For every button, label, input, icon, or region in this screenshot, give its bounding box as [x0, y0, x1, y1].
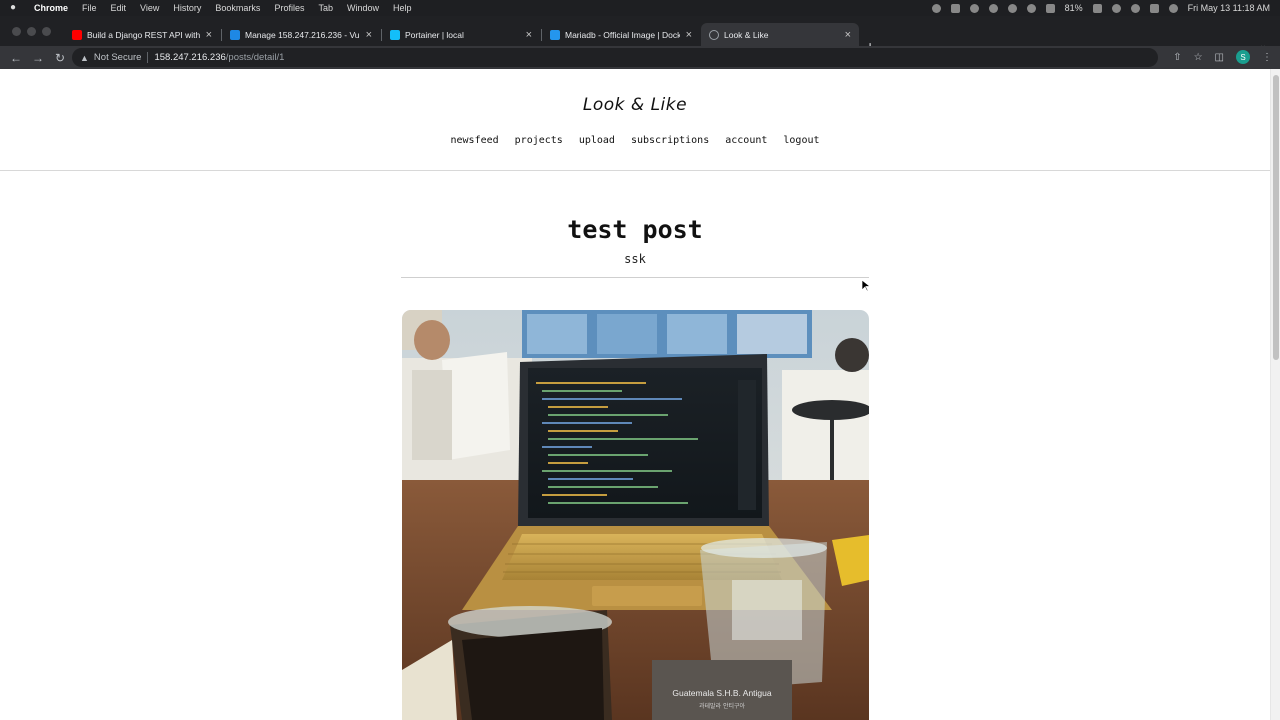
audio-icon[interactable]	[1026, 3, 1036, 13]
forward-arrow-icon[interactable]: →	[32, 51, 44, 65]
browser-toolbar: ← → ↻ ▲ Not Secure 158.247.216.236/posts…	[0, 46, 1280, 69]
cafe-laptop-photo: Guatemala S.H.B. Antigua 과테말라 안티구아	[402, 310, 869, 720]
battery-percent: 81%	[1064, 3, 1083, 13]
translate-icon[interactable]	[1045, 3, 1055, 13]
nav-projects[interactable]: projects	[515, 135, 563, 146]
record-icon[interactable]	[931, 3, 941, 13]
header-divider	[0, 170, 1270, 171]
web-page: Look & Like newsfeed projects upload sub…	[0, 69, 1270, 720]
menu-tab[interactable]: Tab	[318, 3, 333, 13]
tab-title: Look & Like	[724, 29, 769, 40]
tab-django-rest[interactable]: Build a Django REST API with t ×	[64, 23, 220, 46]
tab-look-and-like[interactable]: Look & Like ×	[701, 23, 859, 46]
close-tab-icon[interactable]: ×	[845, 29, 851, 41]
window-controls	[12, 27, 51, 36]
menu-profiles[interactable]: Profiles	[274, 3, 304, 13]
menu-file[interactable]: File	[82, 3, 97, 13]
nav-subscriptions[interactable]: subscriptions	[631, 135, 709, 146]
menu-clock[interactable]: Fri May 13 11:18 AM	[1188, 3, 1270, 13]
bluetooth-icon[interactable]	[988, 3, 998, 13]
profile-avatar[interactable]: S	[1236, 50, 1250, 64]
address-bar[interactable]: ▲ Not Secure 158.247.216.236/posts/detai…	[72, 48, 1158, 67]
menu-view[interactable]: View	[140, 3, 159, 13]
toolbar-actions: ⇧ ☆ ◫ S ⋮	[1173, 50, 1272, 64]
coffee-card-sublabel: 과테말라 안티구아	[699, 702, 746, 710]
url-path[interactable]: /posts/detail/1	[226, 52, 285, 63]
post-title: test post	[567, 215, 703, 244]
minimize-window-button[interactable]	[27, 27, 36, 36]
post-author: ssk	[624, 252, 646, 266]
menu-bookmarks[interactable]: Bookmarks	[215, 3, 260, 13]
scrollbar-thumb[interactable]	[1273, 75, 1279, 360]
post-divider	[401, 277, 869, 278]
menu-app-name[interactable]: Chrome	[34, 3, 68, 13]
tab-title: Mariadb - Official Image | Dock	[565, 29, 680, 40]
docker-icon	[550, 29, 560, 40]
tab-title: Manage 158.247.216.236 - Vul	[245, 29, 360, 40]
close-tab-icon[interactable]: ×	[206, 29, 212, 41]
wifi-icon[interactable]	[1111, 3, 1121, 13]
globe-icon	[709, 29, 719, 40]
page-scrollbar[interactable]	[1270, 69, 1280, 720]
menu-help[interactable]: Help	[393, 3, 412, 13]
spotlight-icon[interactable]	[1130, 3, 1140, 13]
coffee-card-label: Guatemala S.H.B. Antigua	[672, 688, 771, 698]
tab-title: Build a Django REST API with t	[87, 29, 200, 40]
display-icon[interactable]	[950, 3, 960, 13]
nav-upload[interactable]: upload	[579, 135, 615, 146]
zoom-window-button[interactable]	[42, 27, 51, 36]
url-host[interactable]: 158.247.216.236	[154, 52, 225, 63]
nav-logout[interactable]: logout	[783, 135, 819, 146]
share-icon[interactable]: ⇧	[1173, 52, 1181, 63]
menu-window[interactable]: Window	[347, 3, 379, 13]
warning-icon[interactable]: ▲	[80, 53, 89, 63]
back-arrow-icon[interactable]: ←	[10, 51, 22, 65]
mouse-cursor-icon	[862, 280, 870, 292]
address-divider	[147, 52, 149, 63]
portainer-icon	[390, 29, 400, 40]
vultr-icon	[230, 29, 240, 40]
reload-icon[interactable]: ↻	[54, 51, 66, 65]
menu-history[interactable]: History	[173, 3, 201, 13]
bookmark-star-icon[interactable]: ☆	[1194, 52, 1203, 63]
nav-account[interactable]: account	[725, 135, 767, 146]
timer-icon[interactable]	[1007, 3, 1017, 13]
apple-icon[interactable]: ●	[10, 3, 20, 13]
close-tab-icon[interactable]: ×	[366, 29, 372, 41]
control-center-icon[interactable]	[1149, 3, 1159, 13]
tab-portainer[interactable]: Portainer | local ×	[382, 23, 540, 46]
tab-vultr[interactable]: Manage 158.247.216.236 - Vul ×	[222, 23, 380, 46]
nav-newsfeed[interactable]: newsfeed	[450, 135, 498, 146]
shield-icon[interactable]	[969, 3, 979, 13]
site-logo[interactable]: Look & Like	[0, 95, 1270, 115]
macos-menu-bar: ● Chrome File Edit View History Bookmark…	[0, 0, 1280, 16]
tab-strip: Build a Django REST API with t × Manage …	[0, 16, 1280, 53]
close-tab-icon[interactable]: ×	[686, 29, 692, 41]
site-nav: newsfeed projects upload subscriptions a…	[0, 135, 1270, 146]
youtube-icon	[72, 29, 82, 40]
menu-edit[interactable]: Edit	[111, 3, 127, 13]
battery-icon[interactable]	[1092, 3, 1102, 13]
tab-mariadb[interactable]: Mariadb - Official Image | Dock ×	[542, 23, 700, 46]
close-window-button[interactable]	[12, 27, 21, 36]
status-area: 81% Fri May 13 11:18 AM	[931, 3, 1270, 13]
side-panel-icon[interactable]: ◫	[1215, 52, 1224, 63]
tab-title: Portainer | local	[405, 29, 464, 40]
security-label[interactable]: Not Secure	[94, 52, 142, 63]
kebab-menu-icon[interactable]: ⋮	[1262, 52, 1272, 63]
siri-icon[interactable]	[1168, 3, 1178, 13]
close-tab-icon[interactable]: ×	[526, 29, 532, 41]
post-image: Guatemala S.H.B. Antigua 과테말라 안티구아	[402, 310, 869, 720]
